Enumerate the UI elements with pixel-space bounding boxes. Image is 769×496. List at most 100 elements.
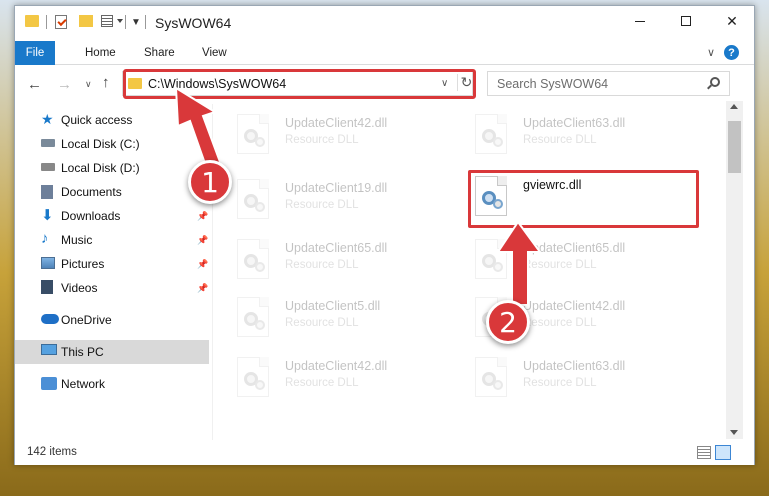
- sidebar-item-label: Local Disk (C:): [61, 137, 140, 151]
- help-icon[interactable]: ?: [724, 45, 739, 60]
- pictures-icon: [41, 257, 55, 269]
- file-name: UpdateClient63.dll: [523, 359, 626, 373]
- file-name: UpdateClient63.dll: [523, 116, 626, 130]
- sidebar-item-music[interactable]: ♪ Music 📌: [15, 228, 209, 252]
- toolbar-separator: [46, 15, 47, 29]
- dll-file-icon: [475, 239, 507, 279]
- file-name: UpdateClient65.dll: [523, 241, 626, 255]
- search-icon[interactable]: [710, 77, 720, 87]
- maximize-icon: [681, 16, 691, 26]
- recent-locations-icon[interactable]: ∨: [85, 79, 92, 90]
- file-name: UpdateClient5.dll: [285, 299, 381, 313]
- sidebar-item-label: Videos: [61, 281, 98, 295]
- file-type: Resource DLL: [285, 134, 359, 146]
- documents-icon: [41, 185, 53, 199]
- file-tile[interactable]: UpdateClient63.dll Resource DLL: [451, 349, 671, 405]
- file-tile[interactable]: UpdateClient65.dll Resource DLL: [451, 231, 671, 287]
- sidebar-item-label: This PC: [61, 345, 104, 359]
- dll-file-icon: [237, 357, 269, 397]
- download-icon: ⬇: [41, 207, 54, 224]
- scroll-thumb[interactable]: [728, 121, 741, 173]
- status-bar: 142 items: [15, 442, 754, 465]
- minimize-button[interactable]: [617, 6, 663, 36]
- file-tile[interactable]: UpdateClient42.dll Resource DLL: [213, 106, 433, 162]
- close-button[interactable]: ✕: [709, 6, 755, 36]
- drive-icon: [41, 139, 55, 147]
- sidebar-item-local-disk-c[interactable]: Local Disk (C:): [15, 132, 209, 156]
- star-icon: ★: [41, 111, 54, 127]
- tab-file[interactable]: File: [15, 41, 55, 65]
- new-folder-icon[interactable]: [79, 15, 93, 27]
- sidebar-item-onedrive[interactable]: OneDrive: [15, 308, 209, 332]
- dll-file-icon: [475, 114, 507, 154]
- sidebar-item-quick-access[interactable]: ★ Quick access: [15, 108, 209, 132]
- customize-toolbar-icon[interactable]: ▼: [131, 17, 141, 28]
- sidebar-item-network[interactable]: Network: [15, 372, 209, 396]
- tab-share[interactable]: Share: [144, 47, 175, 59]
- navigation-pane: ★ Quick access Local Disk (C:) Local Dis…: [15, 104, 212, 442]
- file-name: UpdateClient42.dll: [285, 359, 388, 373]
- minimize-icon: [635, 20, 645, 22]
- details-view-icon[interactable]: [697, 446, 711, 459]
- file-tile[interactable]: UpdateClient5.dll Resource DLL: [213, 289, 433, 345]
- sidebar-item-label: Documents: [61, 185, 122, 199]
- file-highlight-box: [468, 170, 699, 228]
- file-tile[interactable]: UpdateClient42.dll Resource DLL: [451, 289, 671, 345]
- file-name: UpdateClient65.dll: [285, 241, 388, 255]
- expand-ribbon-icon[interactable]: ∨: [707, 46, 715, 59]
- close-icon: ✕: [726, 12, 738, 29]
- file-type: Resource DLL: [285, 199, 359, 211]
- sidebar-item-label: Pictures: [61, 257, 105, 271]
- file-list: UpdateClient42.dll Resource DLL UpdateCl…: [213, 101, 741, 439]
- pin-icon[interactable]: 📌: [197, 235, 208, 246]
- file-type: Resource DLL: [285, 317, 359, 329]
- dll-file-icon: [475, 357, 507, 397]
- pin-icon[interactable]: 📌: [197, 259, 208, 270]
- sidebar-item-local-disk-d[interactable]: Local Disk (D:): [15, 156, 209, 180]
- file-name: UpdateClient42.dll: [285, 116, 388, 130]
- forward-arrow-icon[interactable]: →: [57, 76, 72, 93]
- sidebar-item-this-pc[interactable]: This PC: [15, 340, 209, 364]
- sidebar-item-pictures[interactable]: Pictures 📌: [15, 252, 209, 276]
- file-tile[interactable]: UpdateClient65.dll Resource DLL: [213, 231, 433, 287]
- tab-home[interactable]: Home: [85, 47, 116, 59]
- tab-view[interactable]: View: [202, 47, 227, 59]
- file-tile[interactable]: UpdateClient63.dll Resource DLL: [451, 106, 671, 162]
- toolbar-separator: [125, 15, 126, 29]
- search-input[interactable]: [488, 72, 703, 95]
- pin-icon[interactable]: 📌: [197, 283, 208, 294]
- address-highlight-box: [123, 69, 476, 99]
- back-arrow-icon[interactable]: ←: [27, 76, 42, 93]
- scroll-up-icon[interactable]: [730, 104, 738, 109]
- sidebar-item-videos[interactable]: Videos 📌: [15, 276, 209, 300]
- tiles-view-icon[interactable]: [715, 445, 731, 460]
- maximize-button[interactable]: [663, 6, 709, 36]
- search-box[interactable]: [487, 71, 730, 96]
- sidebar-item-downloads[interactable]: ⬇ Downloads 📌: [15, 204, 209, 228]
- dll-file-icon: [237, 297, 269, 337]
- file-tile[interactable]: UpdateClient19.dll Resource DLL: [213, 171, 433, 227]
- dll-file-icon: [237, 179, 269, 219]
- view-properties-icon[interactable]: [101, 15, 113, 27]
- pin-icon[interactable]: 📌: [197, 211, 208, 222]
- scroll-down-icon[interactable]: [730, 430, 738, 435]
- sidebar-item-documents[interactable]: Documents: [15, 180, 209, 204]
- file-name: UpdateClient19.dll: [285, 181, 388, 195]
- vertical-scrollbar[interactable]: [726, 101, 743, 439]
- file-tile[interactable]: UpdateClient42.dll Resource DLL: [213, 349, 433, 405]
- explorer-window: ▼ SysWOW64 ✕ File Home Share View ∨ ? ← …: [14, 5, 755, 465]
- sidebar-item-label: Network: [61, 377, 106, 391]
- sidebar-item-label: Quick access: [61, 113, 133, 127]
- file-type: Resource DLL: [523, 134, 597, 146]
- drive-icon: [41, 163, 55, 171]
- dll-file-icon: [237, 239, 269, 279]
- sidebar-item-label: Downloads: [61, 209, 121, 223]
- chevron-down-icon[interactable]: [117, 19, 123, 23]
- up-arrow-icon[interactable]: ↑: [102, 74, 110, 91]
- properties-check-icon[interactable]: [55, 15, 67, 29]
- sidebar-item-label: Music: [61, 233, 93, 247]
- folder-icon[interactable]: [25, 15, 39, 27]
- item-count: 142 items: [27, 446, 77, 458]
- callout-step-1: 1: [188, 160, 232, 204]
- callout-step-2: 2: [486, 300, 530, 344]
